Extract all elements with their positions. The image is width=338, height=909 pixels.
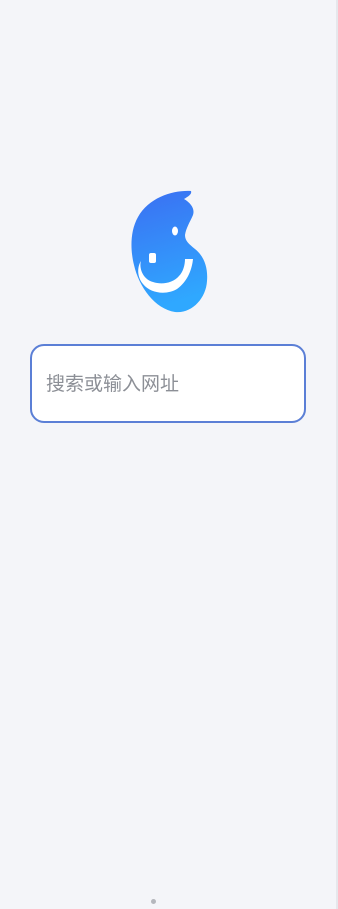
search-input[interactable] bbox=[32, 346, 304, 421]
search-box[interactable] bbox=[30, 344, 306, 423]
app-logo-icon bbox=[131, 190, 208, 313]
page-indicator-dot bbox=[151, 899, 156, 904]
